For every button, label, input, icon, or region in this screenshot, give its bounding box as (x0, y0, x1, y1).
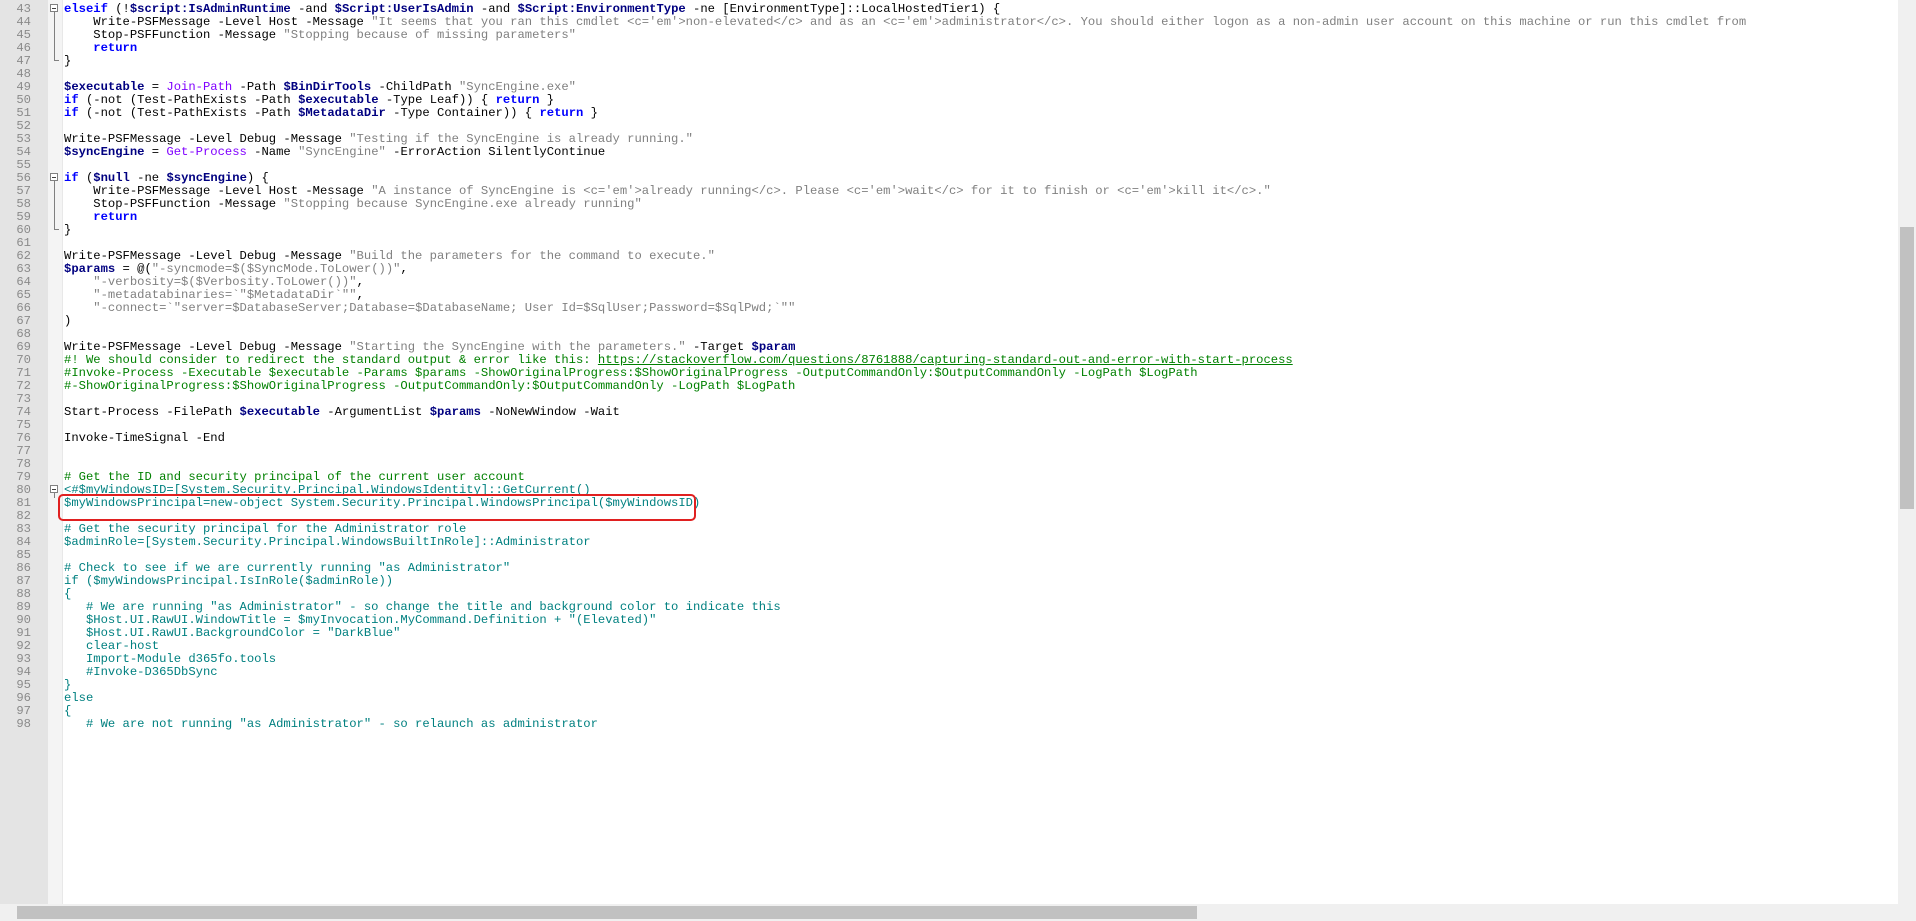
horizontal-scrollbar-thumb[interactable] (17, 906, 1197, 919)
code-text: # We are not running "as Administrator" … (64, 717, 598, 731)
line-number: 98 (16, 717, 31, 731)
vertical-scrollbar[interactable] (1898, 0, 1916, 904)
code-line[interactable]: 98 # We are not running "as Administrato… (0, 716, 1898, 732)
code-editor[interactable]: 43 elseif (!$script:IsAdminRuntime -and $… (0, 0, 1898, 904)
vertical-scrollbar-thumb[interactable] (1900, 227, 1914, 509)
horizontal-scrollbar[interactable] (0, 904, 1898, 921)
scrollbar-corner (1898, 904, 1916, 921)
highlight-box (58, 494, 696, 521)
